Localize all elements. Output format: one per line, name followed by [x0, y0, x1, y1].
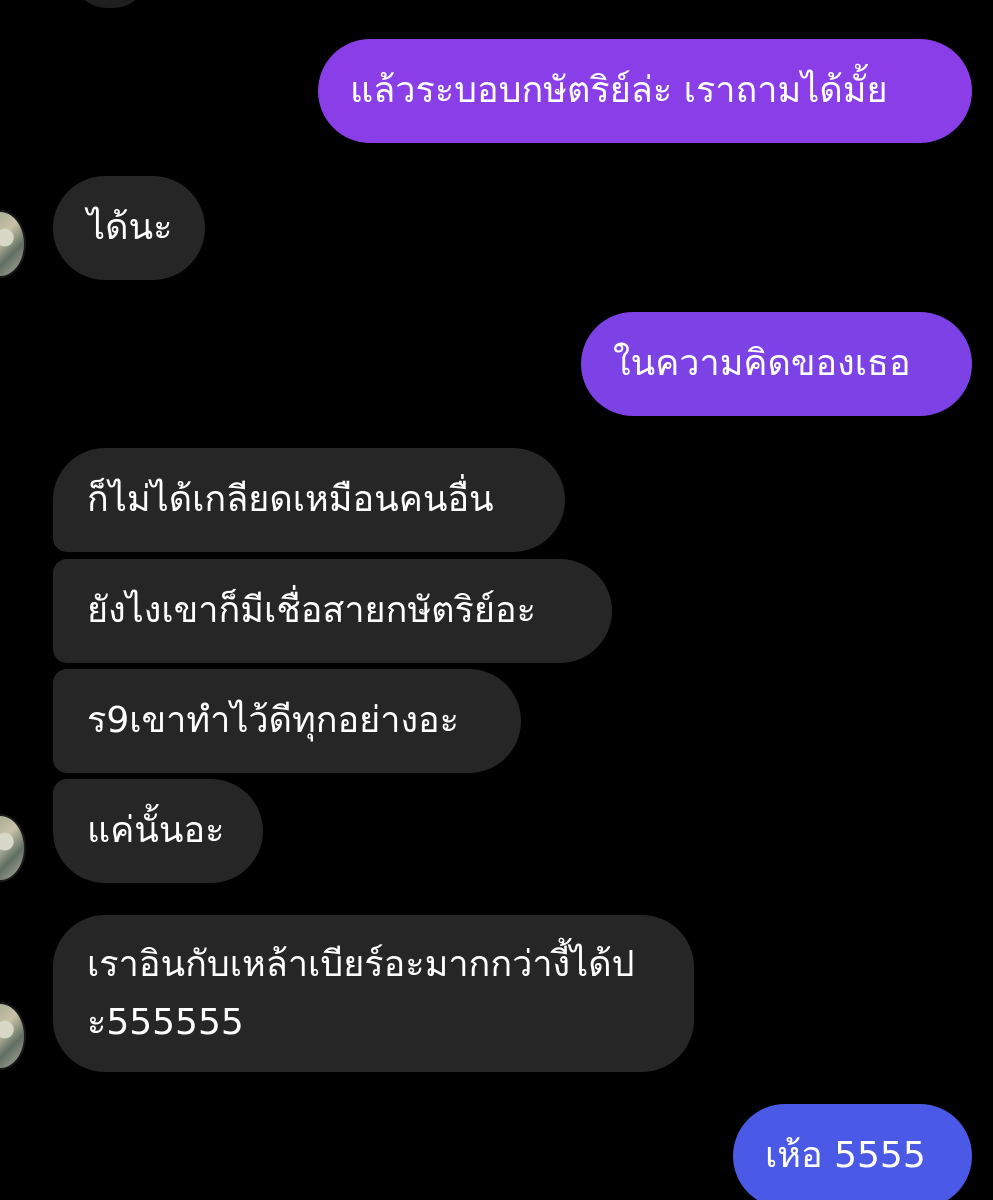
message-bubble-outgoing[interactable]: แล้วระบอบกษัตริย์ล่ะ เราถามได้มั้ย	[318, 39, 972, 143]
message-bubble-outgoing[interactable]: เห้อ 5555	[733, 1104, 972, 1200]
contact-avatar[interactable]	[0, 814, 26, 882]
message-text: ยังไงเขาก็มีเชื่อสายกษัตริย์อะ	[87, 590, 536, 631]
message-bubble-incoming[interactable]: แค่นั้นอะ	[53, 779, 263, 883]
message-bubble-incoming[interactable]: ร9เขาทำไว้ดีทุกอย่างอะ	[53, 669, 521, 773]
message-text: ในความคิดของเธอ	[613, 343, 911, 384]
chat-thread: แล้วระบอบกษัตริย์ล่ะ เราถามได้มั้ย ได้นะ…	[0, 0, 993, 1200]
message-text: แค่นั้นอะ	[87, 810, 225, 851]
message-bubble-incoming[interactable]: เราอินกับเหล้าเบียร์อะมากกว่างี้ได้ปะ555…	[53, 915, 694, 1072]
message-bubble-outgoing[interactable]: ในความคิดของเธอ	[581, 312, 972, 416]
message-bubble-incoming[interactable]: ยังไงเขาก็มีเชื่อสายกษัตริย์อะ	[53, 559, 612, 663]
message-bubble-incoming[interactable]: ก็ไม่ได้เกลียดเหมือนคนอื่น	[53, 448, 565, 552]
message-text: ก็ไม่ได้เกลียดเหมือนคนอื่น	[87, 479, 494, 520]
message-text: เราอินกับเหล้าเบียร์อะมากกว่างี้ได้ปะ555…	[87, 943, 635, 1043]
contact-avatar[interactable]	[0, 210, 26, 278]
message-text: ได้นะ	[87, 207, 173, 248]
contact-avatar[interactable]	[0, 1002, 26, 1070]
message-text: ร9เขาทำไว้ดีทุกอย่างอะ	[87, 700, 460, 741]
previous-message-bubble-edge	[70, 0, 150, 8]
message-text: เห้อ 5555	[765, 1135, 926, 1176]
message-text: แล้วระบอบกษัตริย์ล่ะ เราถามได้มั้ย	[350, 70, 888, 111]
message-bubble-incoming[interactable]: ได้นะ	[53, 176, 205, 280]
